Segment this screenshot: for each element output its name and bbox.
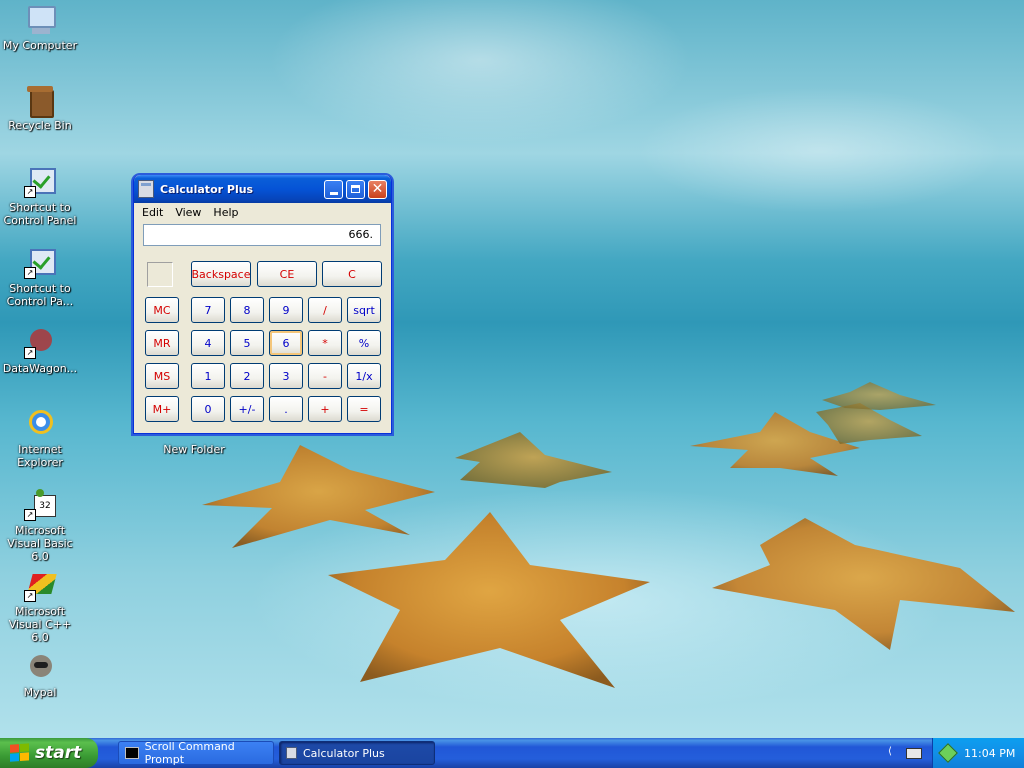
memory-store-button[interactable]: MS [145, 363, 179, 389]
digit-5-button[interactable]: 5 [230, 330, 264, 356]
taskbar-button-command-prompt[interactable]: Scroll Command Prompt [118, 740, 274, 766]
internet-explorer-icon [24, 408, 56, 440]
desktop-icon-label: Mypal [23, 686, 57, 699]
desktop-icon-my-computer[interactable]: My Computer [0, 4, 80, 52]
digit-7-button[interactable]: 7 [191, 297, 225, 323]
desktop-icon-label: Microsoft Visual C++ 6.0 [8, 605, 72, 644]
digit-4-button[interactable]: 4 [191, 330, 225, 356]
calculator-icon [286, 747, 297, 759]
memory-indicator [147, 262, 173, 287]
clock[interactable]: 11:04 PM [964, 747, 1015, 760]
visual-cpp-icon: ↗ [24, 570, 57, 602]
digit-1-button[interactable]: 1 [191, 363, 225, 389]
shortcut-arrow-icon: ↗ [24, 590, 36, 602]
desktop-icon-control-panel-shortcut-2[interactable]: ↗ Shortcut to Control Pa... [0, 247, 80, 308]
digit-2-button[interactable]: 2 [230, 363, 264, 389]
menu-bar: Edit View Help [134, 203, 391, 221]
calculator-icon [138, 180, 154, 198]
backspace-button[interactable]: Backspace [191, 261, 251, 287]
menu-edit[interactable]: Edit [136, 206, 169, 219]
menu-view[interactable]: View [169, 206, 207, 219]
negate-button[interactable]: +/- [230, 396, 264, 422]
subtract-button[interactable]: - [308, 363, 342, 389]
desktop-icon-new-folder[interactable]: New Folder [154, 443, 234, 456]
memory-clear-button[interactable]: MC [145, 297, 179, 323]
percent-button[interactable]: % [347, 330, 381, 356]
desktop-icon-control-panel-shortcut[interactable]: ↗ Shortcut to Control Panel [0, 166, 80, 227]
add-button[interactable]: + [308, 396, 342, 422]
keyboard-icon[interactable] [906, 748, 922, 759]
sqrt-button[interactable]: sqrt [347, 297, 381, 323]
digit-3-button[interactable]: 3 [269, 363, 303, 389]
windows-logo-icon [10, 743, 30, 762]
command-prompt-icon [125, 747, 139, 759]
desktop-icon-internet-explorer[interactable]: Internet Explorer [0, 408, 80, 469]
shortcut-arrow-icon: ↗ [24, 186, 36, 198]
system-tray: 11:04 PM [932, 738, 1024, 768]
computer-icon [24, 4, 56, 36]
menu-help[interactable]: Help [207, 206, 244, 219]
decimal-point-button[interactable]: . [269, 396, 303, 422]
digit-0-button[interactable]: 0 [191, 396, 225, 422]
shortcut-arrow-icon: ↗ [24, 267, 36, 279]
taskbar-button-label: Calculator Plus [303, 746, 385, 760]
start-label: start [35, 743, 82, 763]
maximize-button[interactable] [346, 179, 365, 199]
desktop-icon-label: Shortcut to Control Pa... [6, 282, 74, 308]
clear-entry-button[interactable]: CE [257, 261, 317, 287]
desktop-icon-recycle-bin[interactable]: Recycle Bin [0, 84, 80, 132]
desktop-icon-label: Recycle Bin [8, 119, 72, 132]
desktop-icon-visual-basic[interactable]: 32 ↗ Microsoft Visual Basic 6.0 [0, 489, 80, 563]
control-panel-icon: ↗ [24, 166, 56, 198]
shortcut-arrow-icon: ↗ [24, 347, 36, 359]
memory-recall-button[interactable]: MR [145, 330, 179, 356]
desktop-icon-label: New Folder [163, 443, 225, 456]
recycle-bin-icon [24, 84, 56, 118]
start-button[interactable]: start [0, 738, 98, 768]
visual-basic-icon: 32 ↗ [24, 489, 56, 521]
taskbar-scroll-arrow-icon[interactable]: ⟨ [888, 746, 892, 757]
shortcut-arrow-icon: ↗ [24, 509, 36, 521]
calculator-display: 666. [143, 224, 381, 246]
digit-9-button[interactable]: 9 [269, 297, 303, 323]
equals-button[interactable]: = [347, 396, 381, 422]
calculator-window[interactable]: Calculator Plus ✕ Edit View Help 666. Ba… [133, 175, 392, 434]
clear-button[interactable]: C [322, 261, 382, 287]
network-icon[interactable] [938, 743, 958, 763]
memory-add-button[interactable]: M+ [145, 396, 179, 422]
taskbar-button-calculator[interactable]: Calculator Plus [279, 741, 435, 765]
taskbar-button-label: Scroll Command Prompt [144, 740, 235, 766]
minimize-button[interactable] [324, 179, 343, 199]
desktop-icon-label: Shortcut to Control Panel [3, 201, 77, 227]
digit-6-button[interactable]: 6 [269, 330, 303, 356]
desktop-icon-label: Internet Explorer [17, 443, 63, 469]
window-title: Calculator Plus [160, 182, 254, 196]
window-titlebar[interactable]: Calculator Plus ✕ [134, 175, 391, 203]
control-panel-icon: ↗ [24, 247, 56, 279]
close-button[interactable]: ✕ [368, 179, 387, 199]
desktop-icon-mypal[interactable]: Mypal [0, 651, 80, 699]
desktop-icon-label: My Computer [2, 39, 78, 52]
desktop-icon-visual-cpp[interactable]: ↗ Microsoft Visual C++ 6.0 [0, 570, 80, 644]
desktop-icon-label: DataWagon... [2, 362, 78, 375]
multiply-button[interactable]: * [308, 330, 342, 356]
mypal-icon [24, 651, 56, 683]
reciprocal-button[interactable]: 1/x [347, 363, 381, 389]
divide-button[interactable]: / [308, 297, 342, 323]
desktop-icon-datawagon[interactable]: ↗ DataWagon... [0, 327, 80, 375]
desktop-icon-label: Microsoft Visual Basic 6.0 [7, 524, 73, 563]
datawagon-icon: ↗ [24, 327, 56, 359]
digit-8-button[interactable]: 8 [230, 297, 264, 323]
taskbar: start Scroll Command Prompt Calculator P… [0, 738, 1024, 768]
